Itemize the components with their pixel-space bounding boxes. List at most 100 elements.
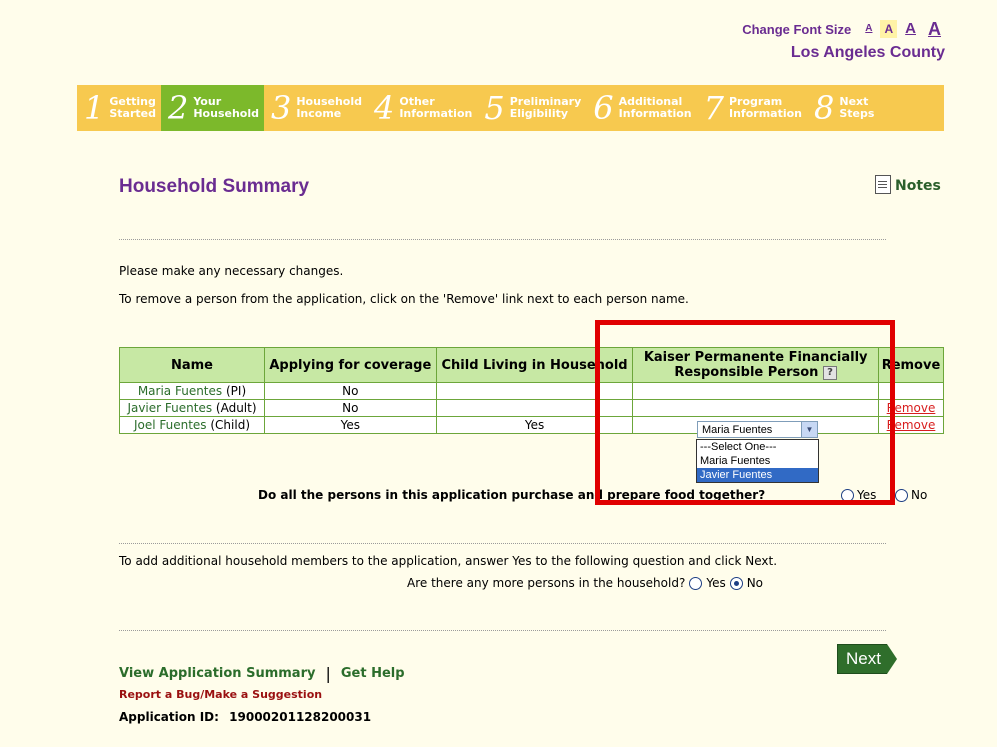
step-label: Additional Information — [618, 95, 692, 120]
child-living-cell: Yes — [435, 416, 634, 434]
table-row: Javier Fuentes (Adult) No Remove — [119, 399, 945, 417]
step-number: 1 — [84, 89, 105, 127]
kaiser-cell — [632, 399, 879, 417]
step-program-information[interactable]: 7 Program Information — [697, 85, 807, 131]
step-other-information[interactable]: 4 Other Information — [367, 85, 477, 131]
more-persons-no-radio[interactable] — [729, 576, 743, 590]
footer-links: View Application Summary | Get Help — [119, 664, 405, 683]
column-header-remove: Remove — [877, 347, 945, 383]
food-no-label: No — [911, 488, 928, 502]
help-icon[interactable]: ? — [822, 365, 837, 380]
food-yes-option[interactable]: Yes — [841, 488, 876, 502]
remove-cell: Remove — [877, 416, 945, 434]
step-next-steps[interactable]: 8 Next Steps — [807, 85, 879, 131]
household-table: Name Applying for coverage Child Living … — [119, 347, 945, 434]
food-yes-label: Yes — [857, 488, 877, 502]
step-number: 2 — [167, 89, 189, 127]
link-separator: | — [325, 664, 331, 683]
font-size-controls: Change Font Size A A A A — [742, 20, 945, 38]
progress-steps: 1 Getting Started 2 Your Household 3 Hou… — [77, 85, 944, 131]
step-preliminary-eligibility[interactable]: 5 Preliminary Eligibility — [477, 85, 586, 131]
person-name-link[interactable]: Joel Fuentes — [134, 418, 207, 432]
application-id: Application ID: 19000201128200031 — [119, 710, 371, 724]
step-your-household[interactable]: 2 Your Household — [160, 85, 264, 131]
page-title: Household Summary — [119, 176, 310, 197]
instruction-text: Please make any necessary changes. — [119, 264, 344, 278]
notes-link[interactable]: Notes — [875, 175, 941, 194]
more-persons-yes-radio[interactable] — [689, 576, 703, 590]
step-number: 6 — [593, 89, 614, 127]
column-header-name: Name — [119, 347, 265, 383]
step-label: Preliminary Eligibility — [509, 95, 582, 120]
application-id-value: 19000201128200031 — [229, 710, 372, 724]
divider — [119, 630, 886, 631]
remove-instruction-text: To remove a person from the application,… — [119, 292, 689, 306]
select-option-highlighted[interactable]: Javier Fuentes — [697, 468, 818, 482]
select-value: Maria Fuentes — [702, 423, 773, 436]
step-number: 8 — [814, 89, 835, 127]
step-number: 5 — [484, 89, 505, 127]
table-header-row: Name Applying for coverage Child Living … — [119, 347, 945, 383]
financially-responsible-select[interactable]: Maria Fuentes ▼ — [697, 421, 818, 438]
next-button-label: Next — [837, 644, 887, 674]
table-row: Joel Fuentes (Child) Yes Yes Remove — [119, 416, 945, 434]
step-number: 7 — [703, 89, 724, 127]
remove-link[interactable]: Remove — [887, 418, 936, 432]
notes-label: Notes — [895, 178, 941, 194]
step-household-income[interactable]: 3 Household Income — [264, 85, 367, 131]
county-name: Los Angeles County — [790, 44, 945, 61]
remove-cell — [877, 382, 945, 400]
step-number: 3 — [270, 89, 292, 127]
view-application-summary-link[interactable]: View Application Summary — [119, 666, 315, 681]
report-bug-link[interactable]: Report a Bug/Make a Suggestion — [119, 688, 322, 701]
person-name-link[interactable]: Maria Fuentes — [138, 384, 222, 398]
step-label: Household Income — [296, 95, 362, 120]
applying-cell: No — [263, 399, 437, 417]
font-size-label: Change Font Size — [742, 21, 852, 37]
chevron-down-icon[interactable]: ▼ — [801, 422, 817, 437]
font-size-smallest-button[interactable]: A — [861, 20, 876, 38]
font-size-large-button[interactable]: A — [901, 20, 920, 38]
notes-icon — [875, 175, 891, 194]
person-name-link[interactable]: Javier Fuentes — [127, 401, 212, 415]
select-option[interactable]: Maria Fuentes — [697, 454, 818, 468]
food-yes-radio[interactable] — [841, 488, 854, 502]
step-getting-started[interactable]: 1 Getting Started — [77, 85, 161, 131]
food-question: Do all the persons in this application p… — [258, 488, 766, 502]
more-persons-question: Are there any more persons in the househ… — [407, 576, 686, 590]
column-header-applying: Applying for coverage — [263, 347, 437, 383]
person-role: (Adult) — [215, 401, 257, 415]
font-size-small-button[interactable]: A — [880, 20, 898, 38]
remove-link[interactable]: Remove — [887, 401, 936, 415]
select-option[interactable]: ---Select One--- — [697, 440, 818, 454]
remove-cell: Remove — [877, 399, 945, 417]
food-no-option[interactable]: No — [895, 488, 927, 502]
step-label: Program Information — [729, 95, 802, 120]
step-additional-information[interactable]: 6 Additional Information — [586, 85, 696, 131]
more-persons-no-label: No — [746, 576, 764, 590]
get-help-link[interactable]: Get Help — [341, 666, 405, 681]
divider — [119, 543, 886, 544]
child-living-cell — [435, 399, 634, 417]
applying-cell: Yes — [263, 416, 437, 434]
step-label: Getting Started — [109, 95, 156, 120]
more-persons-question-row: Are there any more persons in the househ… — [407, 576, 763, 590]
step-label: Your Household — [193, 95, 259, 120]
column-header-kaiser: Kaiser Permanente Financially Responsibl… — [632, 347, 879, 383]
applying-cell: No — [263, 382, 437, 400]
person-name-cell: Javier Fuentes (Adult) — [119, 399, 265, 417]
kaiser-cell — [632, 382, 879, 400]
next-button[interactable]: Next — [837, 644, 897, 674]
application-id-label: Application ID: — [119, 710, 219, 724]
font-size-largest-button[interactable]: A — [924, 20, 945, 38]
arrow-right-icon — [886, 644, 897, 674]
step-label: Next Steps — [839, 95, 875, 120]
person-role: (Child) — [210, 418, 251, 432]
step-label: Other Information — [399, 95, 473, 120]
child-living-cell — [435, 382, 634, 400]
table-row: Maria Fuentes (PI) No — [119, 382, 945, 400]
column-header-child-living: Child Living in Household — [435, 347, 634, 383]
select-options-list: ---Select One--- Maria Fuentes Javier Fu… — [696, 439, 819, 483]
add-members-instruction: To add additional household members to t… — [119, 554, 778, 568]
food-no-radio[interactable] — [895, 488, 908, 502]
